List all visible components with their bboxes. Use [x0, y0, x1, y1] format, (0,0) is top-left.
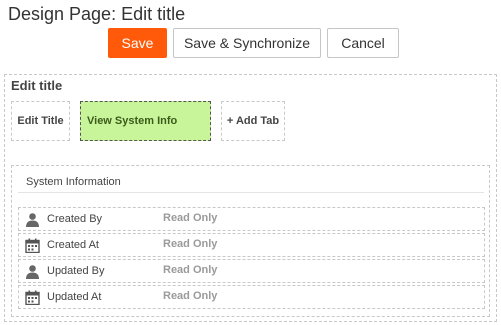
save-button[interactable]: Save: [108, 28, 167, 58]
page-title: Design Page: Edit title: [8, 4, 186, 24]
field-row-updated-at[interactable]: Updated At Read Only: [18, 285, 485, 309]
field-label: Updated By: [47, 265, 105, 277]
field-label: Updated At: [47, 291, 102, 303]
field-row-updated-by[interactable]: Updated By Read Only: [18, 259, 485, 283]
field-value: Read Only: [163, 290, 218, 302]
field-value: Read Only: [163, 238, 218, 250]
panel-title: System Information: [26, 176, 121, 188]
tab-view-system-info[interactable]: View System Info: [80, 101, 211, 141]
section-title: Edit title: [11, 78, 63, 93]
field-value: Read Only: [163, 264, 218, 276]
field-value: Read Only: [163, 212, 218, 224]
user-icon: [25, 212, 40, 227]
field-label: Created By: [47, 213, 103, 225]
calendar-icon: [25, 290, 40, 306]
user-icon: [25, 264, 40, 279]
tab-edit-title[interactable]: Edit Title: [11, 101, 70, 141]
add-tab-button[interactable]: + Add Tab: [221, 101, 285, 141]
calendar-icon: [25, 238, 40, 254]
field-label: Created At: [47, 239, 99, 251]
field-row-created-by[interactable]: Created By Read Only: [18, 207, 485, 231]
field-row-created-at[interactable]: Created At Read Only: [18, 233, 485, 257]
panel-divider: [18, 192, 484, 193]
cancel-button[interactable]: Cancel: [327, 28, 399, 58]
save-synchronize-button[interactable]: Save & Synchronize: [173, 28, 321, 58]
